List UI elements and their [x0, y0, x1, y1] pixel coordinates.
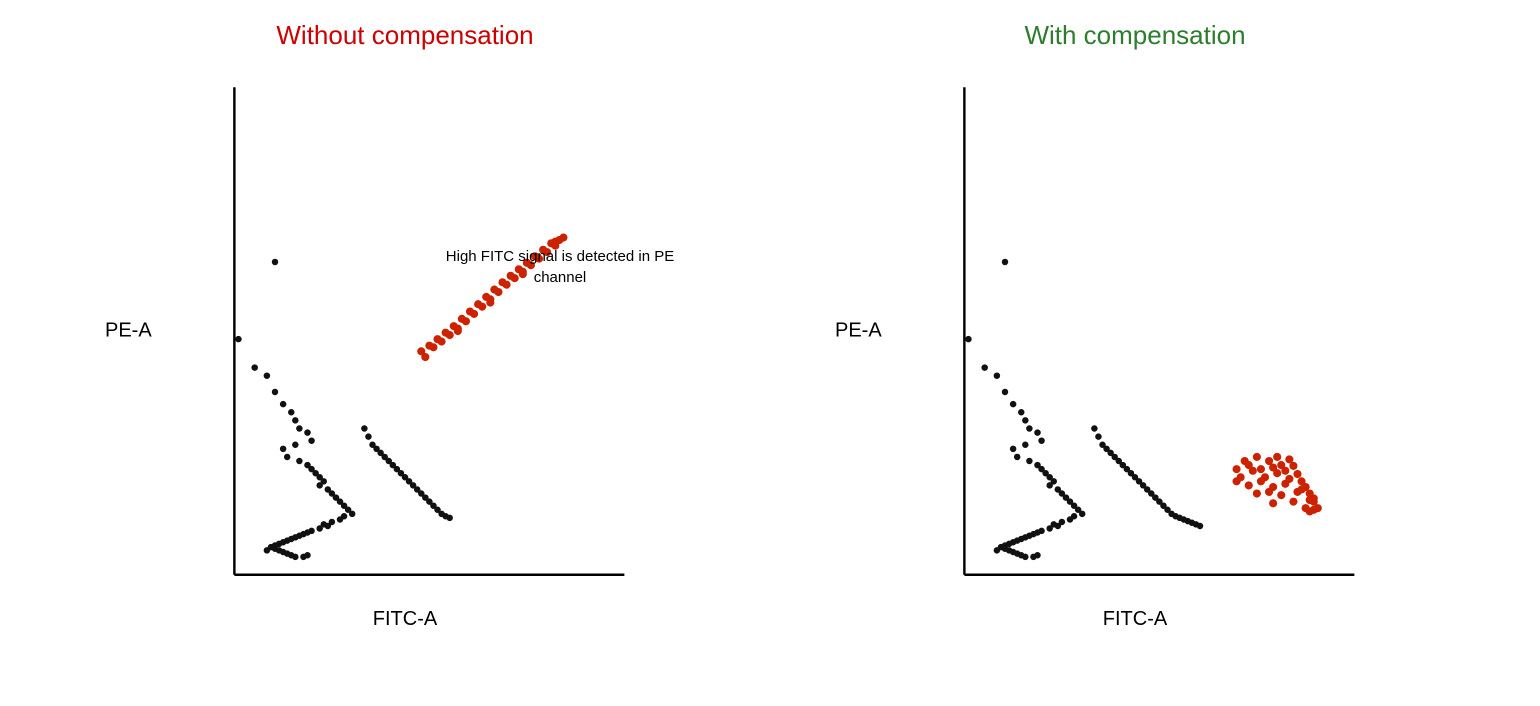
left-chart-area: PE-A FITC-A High FITC signal is detected… — [115, 71, 695, 591]
left-chart-svg — [115, 71, 695, 591]
left-chart-title: Without compensation — [276, 20, 533, 51]
right-chart-svg — [845, 71, 1425, 591]
left-x-axis-label: FITC-A — [373, 608, 437, 631]
page-container: Without compensation PE-A FITC-A High FI… — [0, 0, 1540, 706]
right-chart-container: With compensation PE-A FITC-A — [770, 20, 1500, 591]
right-chart-title: With compensation — [1024, 20, 1245, 51]
right-chart-area: PE-A FITC-A — [845, 71, 1425, 591]
left-annotation: High FITC signal is detected in PE chann… — [425, 246, 695, 288]
right-y-axis-label: PE-A — [835, 320, 882, 343]
left-chart-container: Without compensation PE-A FITC-A High FI… — [40, 20, 770, 591]
left-y-axis-label: PE-A — [105, 320, 152, 343]
right-x-axis-label: FITC-A — [1103, 608, 1167, 631]
